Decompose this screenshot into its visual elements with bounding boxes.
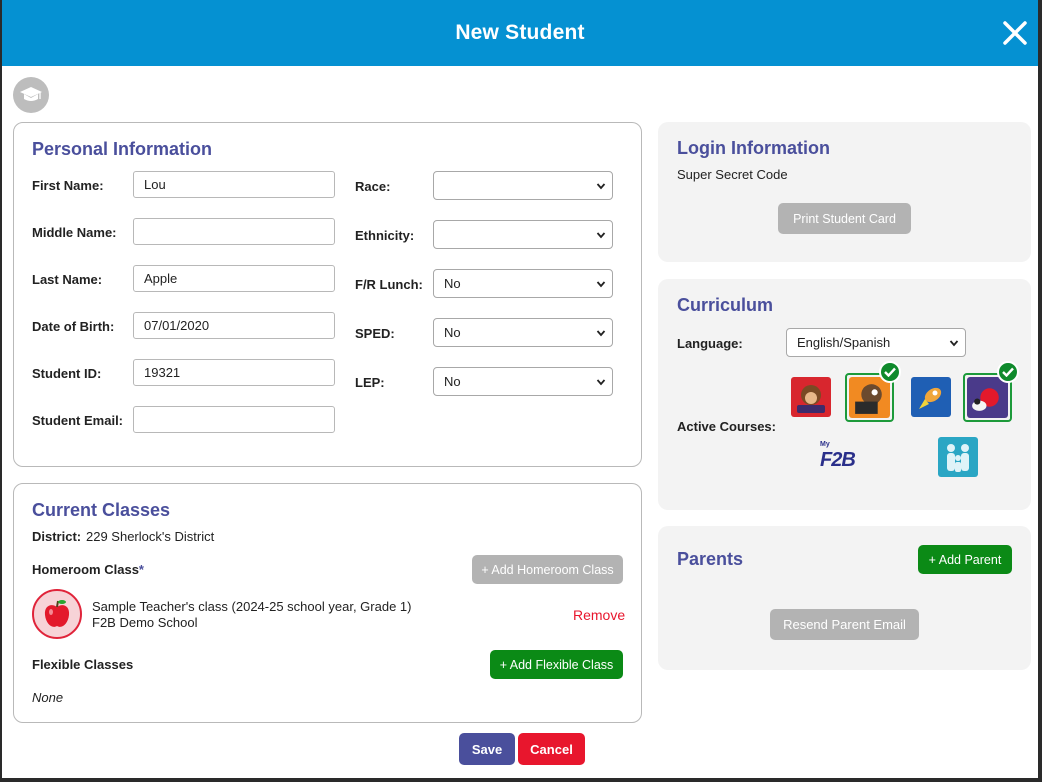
fr-lunch-select[interactable]: No [433, 269, 613, 298]
print-student-card-button[interactable]: Print Student Card [778, 203, 911, 234]
course-family-icon[interactable] [936, 435, 980, 479]
save-button[interactable]: Save [459, 733, 515, 765]
student-email-label: Student Email: [32, 413, 124, 428]
first-name-label: First Name: [32, 178, 104, 193]
course-apple-icon[interactable] [963, 361, 1019, 422]
dialog-header: New Student [2, 0, 1038, 66]
current-classes-card: Current Classes District: 229 Sherlock's… [13, 483, 642, 723]
current-classes-title: Current Classes [32, 500, 171, 520]
language-select-value: English/Spanish [797, 335, 891, 350]
required-mark: * [138, 562, 144, 577]
student-email-field[interactable] [133, 406, 335, 433]
chevron-down-icon [596, 183, 606, 190]
chevron-down-icon [596, 330, 606, 337]
checkmark-icon [879, 361, 901, 383]
parents-card: Parents + Add Parent Resend Parent Email [658, 526, 1031, 670]
race-select[interactable] [433, 171, 613, 200]
resend-parent-email-button[interactable]: Resend Parent Email [770, 609, 919, 640]
remove-link[interactable]: Remove [573, 607, 625, 623]
student-id-field[interactable]: 19321 [133, 359, 335, 386]
checkmark-icon [997, 361, 1019, 383]
flexible-classes-label: Flexible Classes [32, 657, 134, 672]
first-name-field[interactable]: Lou [133, 171, 335, 198]
last-name-field[interactable]: Apple [133, 265, 335, 292]
language-label: Language: [677, 336, 743, 351]
curriculum-title: Curriculum [677, 295, 774, 315]
ethnicity-select[interactable] [433, 220, 613, 249]
sped-label: SPED: [355, 326, 395, 341]
dialog-title: New Student [455, 21, 585, 44]
sped-select-value: No [444, 325, 461, 340]
login-information-card: Login Information Super Secret Code Prin… [658, 122, 1031, 262]
course-reading-icon[interactable] [845, 361, 901, 422]
add-parent-button[interactable]: + Add Parent [918, 545, 1012, 574]
add-homeroom-class-button[interactable]: + Add Homeroom Class [472, 555, 623, 584]
lep-select-value: No [444, 374, 461, 389]
course-monkey-icon[interactable] [789, 375, 833, 419]
date-of-birth-field[interactable]: 07/01/2020 [133, 312, 335, 339]
homeroom-school-name: F2B Demo School [92, 615, 198, 630]
fr-lunch-select-value: No [444, 276, 461, 291]
class-apple-icon [32, 589, 82, 639]
my-f2b-letters: F2B [820, 449, 856, 471]
course-my-f2b-icon[interactable]: My F2B [818, 441, 862, 477]
chevron-down-icon [949, 340, 959, 347]
parents-title: Parents [677, 549, 744, 569]
my-f2b-brand-mark: My [820, 441, 830, 448]
district-label: District: [32, 529, 82, 544]
fr-lunch-label: F/R Lunch: [355, 277, 423, 292]
student-id-label: Student ID: [32, 366, 102, 381]
close-icon[interactable] [998, 16, 1032, 50]
race-label: Race: [355, 179, 391, 194]
new-student-dialog: New Student Personal Information First N… [2, 0, 1038, 778]
curriculum-card: Curriculum Language: English/Spanish Act… [658, 279, 1031, 510]
chevron-down-icon [596, 379, 606, 386]
homeroom-class-name: Sample Teacher's class (2024-25 school y… [92, 599, 412, 614]
flexible-classes-value: None [32, 690, 64, 705]
middle-name-label: Middle Name: [32, 225, 117, 240]
personal-information-card: Personal Information First Name: Lou Mid… [13, 122, 642, 467]
secret-code-text: Super Secret Code [677, 167, 788, 182]
personal-information-title: Personal Information [32, 139, 213, 159]
district-value: 229 Sherlock's District [86, 529, 215, 544]
active-courses-label: Active Courses: [677, 419, 776, 434]
course-rocket-icon[interactable] [909, 375, 953, 419]
lep-label: LEP: [355, 375, 385, 390]
date-of-birth-label: Date of Birth: [32, 319, 115, 334]
homeroom-class-label: Homeroom Class* [32, 562, 144, 577]
last-name-label: Last Name: [32, 272, 103, 287]
login-information-title: Login Information [677, 138, 830, 158]
middle-name-field[interactable] [133, 218, 335, 245]
cancel-button[interactable]: Cancel [518, 733, 585, 765]
language-select[interactable]: English/Spanish [786, 328, 966, 357]
homeroom-label-text: Homeroom Class [32, 562, 139, 577]
graduation-cap-icon [13, 77, 49, 113]
chevron-down-icon [596, 281, 606, 288]
lep-select[interactable]: No [433, 367, 613, 396]
ethnicity-label: Ethnicity: [355, 228, 415, 243]
sped-select[interactable]: No [433, 318, 613, 347]
chevron-down-icon [596, 232, 606, 239]
add-flexible-class-button[interactable]: + Add Flexible Class [490, 650, 623, 679]
